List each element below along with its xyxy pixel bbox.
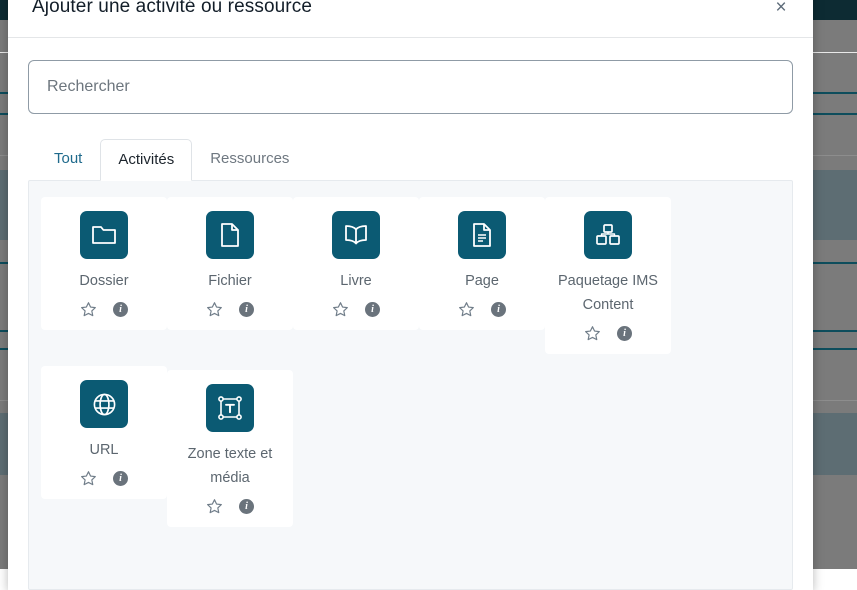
star-outline-icon[interactable]: [458, 301, 475, 318]
add-activity-modal: Ajouter une activité ou ressource × Tout…: [8, 0, 813, 590]
tab-activites[interactable]: Activités: [100, 139, 192, 181]
activity-card-label: Page: [465, 269, 499, 293]
activity-card-url[interactable]: URL i: [41, 366, 167, 499]
activity-card-grid: Dossier i: [28, 180, 793, 590]
modal-header: Ajouter une activité ou ressource ×: [8, 0, 813, 38]
card-actions: i: [80, 470, 128, 487]
globe-icon: [80, 380, 128, 428]
search-container: [28, 60, 793, 114]
activity-card-label: Dossier: [79, 269, 128, 293]
close-icon[interactable]: ×: [767, 0, 795, 22]
book-icon: [332, 211, 380, 259]
card-actions: i: [80, 301, 128, 318]
info-icon[interactable]: i: [113, 302, 128, 317]
activity-card-label: Fichier: [208, 269, 252, 293]
textbox-icon: [206, 384, 254, 432]
tab-bar: Tout Activités Ressources: [28, 139, 793, 180]
activity-card-label: Zone texte et média: [173, 442, 287, 490]
card-actions: i: [458, 301, 506, 318]
info-icon[interactable]: i: [239, 499, 254, 514]
star-outline-icon[interactable]: [80, 301, 97, 318]
star-outline-icon[interactable]: [332, 301, 349, 318]
activity-card-fichier[interactable]: Fichier i: [167, 197, 293, 330]
file-icon: [206, 211, 254, 259]
folder-icon: [80, 211, 128, 259]
star-outline-icon[interactable]: [206, 301, 223, 318]
tab-ressources[interactable]: Ressources: [192, 138, 307, 180]
star-outline-icon[interactable]: [206, 498, 223, 515]
info-icon[interactable]: i: [113, 471, 128, 486]
activity-card-label: Paquetage IMS Content: [551, 269, 665, 317]
star-outline-icon[interactable]: [584, 325, 601, 342]
info-icon[interactable]: i: [239, 302, 254, 317]
card-actions: i: [584, 325, 632, 342]
card-actions: i: [206, 301, 254, 318]
activity-card-dossier[interactable]: Dossier i: [41, 197, 167, 330]
activity-card-livre[interactable]: Livre i: [293, 197, 419, 330]
activity-card-paquetage-ims-content[interactable]: Paquetage IMS Content i: [545, 197, 671, 354]
activity-card-page[interactable]: Page i: [419, 197, 545, 330]
activity-card-label: Livre: [340, 269, 371, 293]
package-icon: [584, 211, 632, 259]
search-input[interactable]: [28, 60, 793, 114]
star-outline-icon[interactable]: [80, 470, 97, 487]
activity-card-label: URL: [89, 438, 118, 462]
card-actions: i: [332, 301, 380, 318]
page-icon: [458, 211, 506, 259]
card-actions: i: [206, 498, 254, 515]
page-title: Ajouter une activité ou ressource: [32, 0, 789, 20]
tab-tout[interactable]: Tout: [36, 138, 100, 180]
info-icon[interactable]: i: [365, 302, 380, 317]
activity-card-zone-texte-et-media[interactable]: Zone texte et média i: [167, 370, 293, 527]
modal-body: Tout Activités Ressources Dossier: [8, 38, 813, 590]
info-icon[interactable]: i: [491, 302, 506, 317]
info-icon[interactable]: i: [617, 326, 632, 341]
